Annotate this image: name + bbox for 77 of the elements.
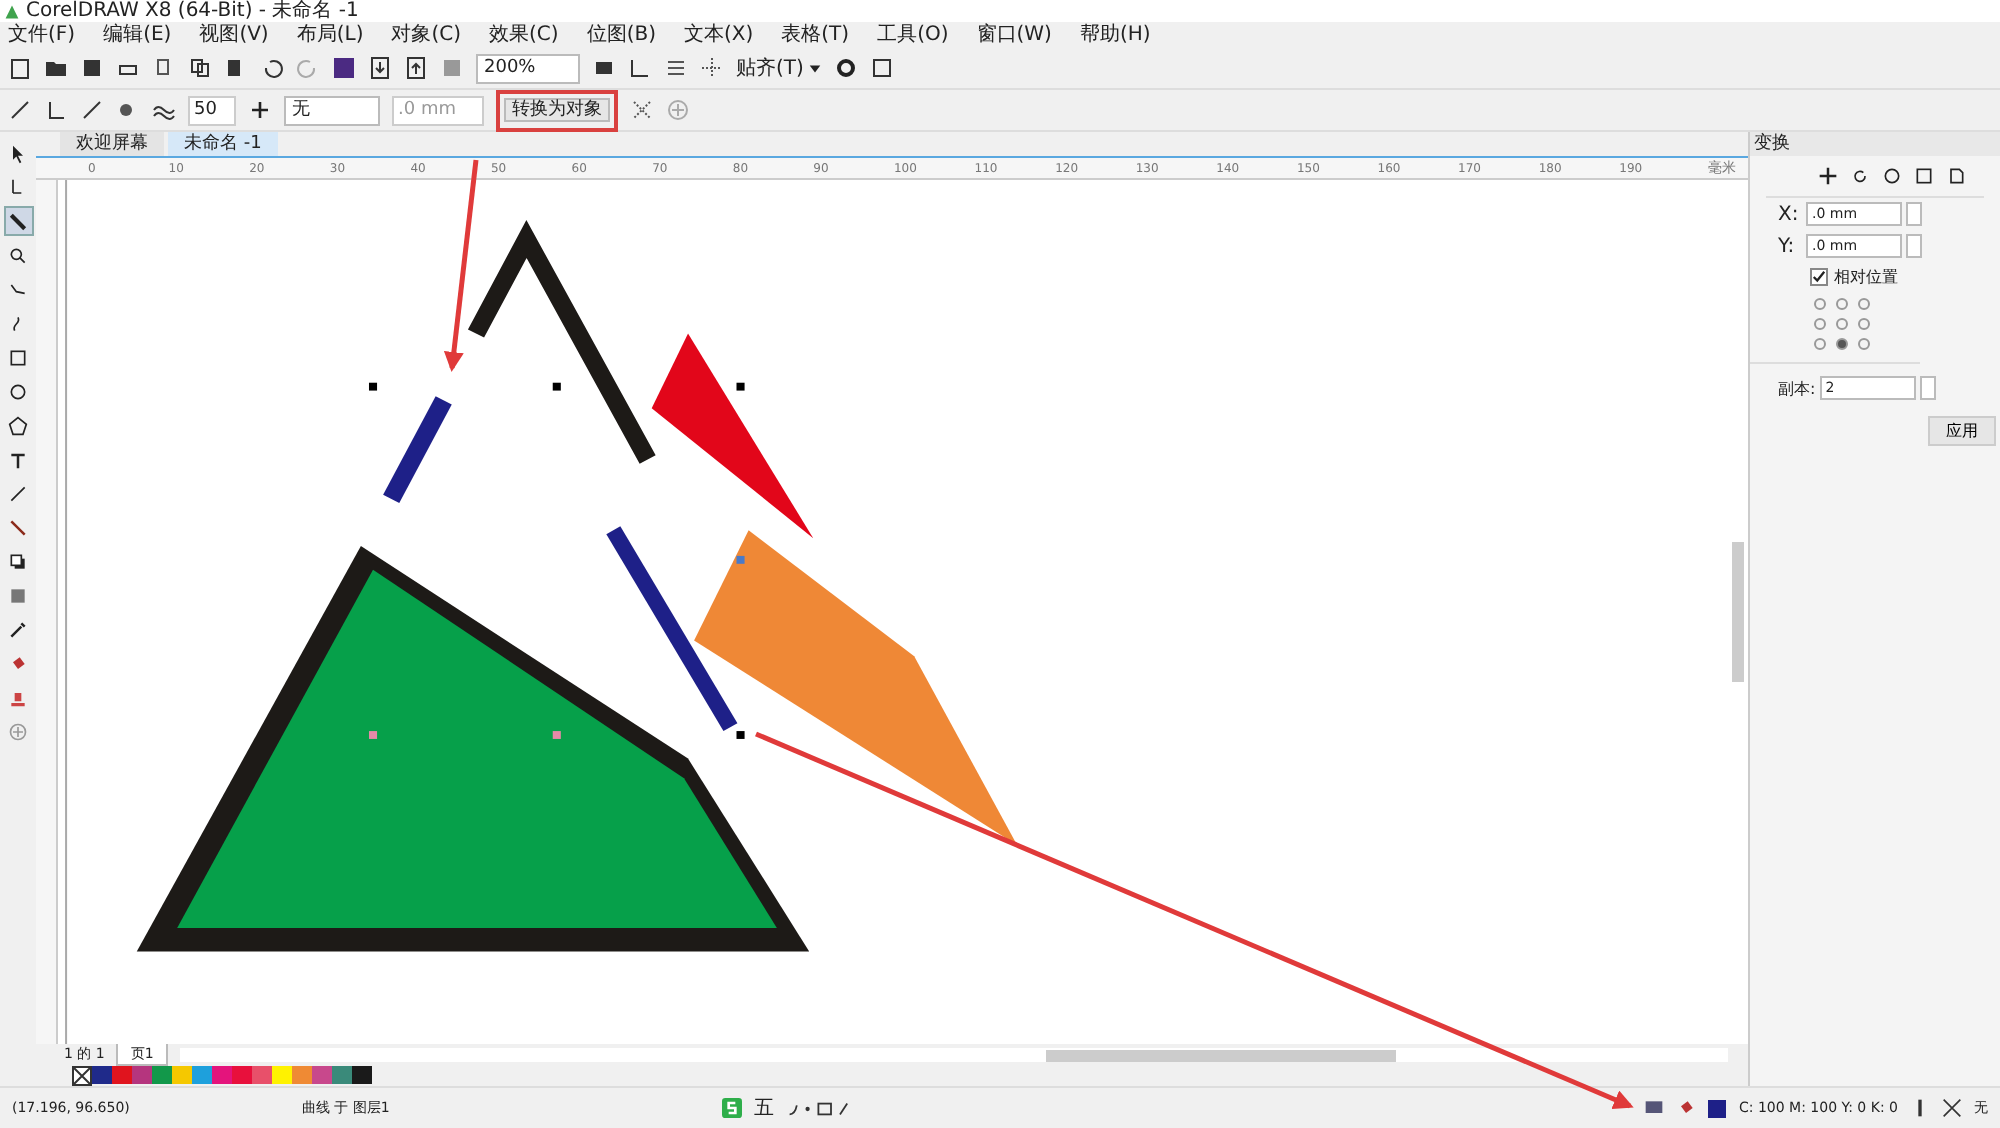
curve-node-icon[interactable] — [80, 98, 104, 122]
export-icon[interactable] — [404, 56, 428, 80]
menu-item[interactable]: 窗口(W) — [976, 23, 1052, 47]
fill-bucket-icon — [1676, 1098, 1697, 1118]
plus-icon[interactable] — [248, 98, 272, 122]
color-swatch[interactable] — [112, 1066, 132, 1084]
anchor-radio[interactable] — [1858, 298, 1870, 310]
menu-item[interactable]: 表格(T) — [781, 23, 850, 47]
convert-dropdown[interactable]: 转换为对象 — [504, 97, 610, 121]
import-icon[interactable] — [368, 56, 392, 80]
color-swatch[interactable] — [352, 1066, 372, 1084]
anchor-radio[interactable] — [1836, 338, 1848, 350]
fill-color-swatch — [1708, 1099, 1727, 1117]
copies-label: 副本: — [1778, 377, 1816, 399]
menu-item[interactable]: 效果(C) — [489, 23, 559, 47]
anchor-radio[interactable] — [1836, 318, 1848, 330]
caret-icon[interactable] — [807, 61, 822, 75]
no-color-swatch[interactable] — [72, 1065, 92, 1085]
relative-position-label: 相对位置 — [1834, 266, 1898, 288]
color-swatch[interactable] — [152, 1066, 172, 1084]
input-mode-label[interactable]: 五 — [753, 1094, 774, 1122]
anchor-radio[interactable] — [1858, 318, 1870, 330]
anchor-radio[interactable] — [1858, 338, 1870, 350]
extract-icon[interactable] — [630, 98, 654, 122]
new-document-icon[interactable] — [8, 56, 32, 80]
save-icon[interactable] — [80, 56, 104, 80]
menu-item[interactable]: 文本(X) — [683, 23, 754, 47]
color-swatch[interactable] — [212, 1066, 232, 1084]
menu-item[interactable]: 位图(B) — [586, 23, 656, 47]
window-title: CorelDRAW X8 (64-Bit) - 未命名 -1 — [26, 0, 359, 22]
position-icon[interactable] — [1818, 166, 1838, 186]
bar-shape — [383, 396, 452, 504]
settings-icon[interactable] — [833, 56, 858, 80]
document-tab[interactable]: 欢迎屏幕 — [60, 132, 164, 156]
anchor-radio[interactable] — [1814, 298, 1826, 310]
color-swatch[interactable] — [232, 1066, 252, 1084]
menu-item[interactable]: 帮助(H) — [1079, 23, 1151, 47]
menu-item[interactable]: 视图(V) — [199, 23, 269, 47]
anchor-radio[interactable] — [1814, 338, 1826, 350]
vertical-scrollbar[interactable] — [1728, 180, 1748, 1044]
rotate-icon[interactable] — [1850, 166, 1870, 186]
snap-button[interactable]: 贴齐(T) — [736, 54, 804, 82]
no-outline-icon — [1942, 1098, 1962, 1118]
apply-button[interactable]: 应用 — [1928, 416, 1996, 446]
menu-item[interactable]: 布局(L) — [296, 23, 364, 47]
anchor-radio[interactable] — [1814, 318, 1826, 330]
copy-icon[interactable] — [188, 56, 212, 80]
color-swatch[interactable] — [92, 1066, 112, 1084]
color-swatch[interactable] — [252, 1066, 272, 1084]
horizontal-scrollbar[interactable] — [179, 1047, 1728, 1061]
outline-dropdown[interactable]: 无 — [284, 95, 380, 125]
y-label: Y: — [1778, 235, 1797, 257]
input-method-logo-icon[interactable] — [721, 1098, 742, 1118]
zoom-dropdown[interactable]: 200% — [476, 53, 580, 83]
menu-item[interactable]: 工具(O) — [877, 23, 949, 47]
guidelines-icon[interactable] — [700, 56, 724, 80]
line-segment-icon[interactable] — [8, 98, 32, 122]
square-icon[interactable] — [332, 56, 356, 80]
color-swatch[interactable] — [292, 1066, 312, 1084]
color-swatch[interactable] — [172, 1066, 192, 1084]
smoothness-field[interactable]: 50 — [188, 95, 236, 125]
folder-icon[interactable] — [44, 56, 68, 80]
color-swatch[interactable] — [192, 1066, 212, 1084]
x-label: X: — [1778, 203, 1801, 225]
document-tab[interactable]: 未命名 -1 — [168, 132, 278, 156]
menu-item[interactable]: 对象(C) — [391, 23, 462, 47]
color-swatch[interactable] — [132, 1066, 152, 1084]
docker-title: 变换 — [1750, 132, 2000, 156]
checkbox[interactable] — [1810, 268, 1828, 286]
menu-item[interactable]: 编辑(E) — [103, 23, 172, 47]
color-swatch[interactable] — [332, 1066, 352, 1084]
menu-item[interactable]: 文件(F) — [8, 23, 76, 47]
anchor-radio[interactable] — [1836, 298, 1848, 310]
full-screen-icon[interactable] — [592, 56, 616, 80]
color-swatch[interactable] — [272, 1066, 292, 1084]
undo-icon[interactable] — [260, 56, 284, 80]
color-swatch[interactable] — [312, 1066, 332, 1084]
